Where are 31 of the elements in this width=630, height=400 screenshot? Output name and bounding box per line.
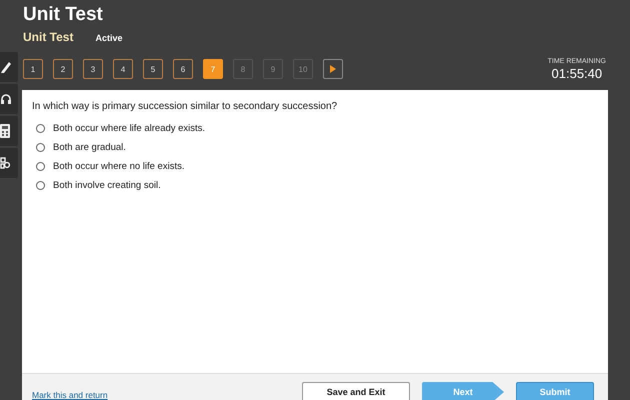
test-name: Unit Test (23, 30, 74, 44)
question-number-button[interactable]: 6 (173, 59, 193, 79)
answer-option[interactable]: Both occur where life already exists. (53, 123, 206, 134)
radio-button[interactable] (36, 181, 45, 190)
shapes-icon (0, 157, 10, 169)
forward-button[interactable] (323, 59, 343, 79)
question-number-button[interactable]: 1 (23, 59, 43, 79)
radio-button[interactable] (36, 124, 45, 133)
answer-option[interactable]: Both are gradual. (53, 142, 126, 153)
pencil-icon (0, 60, 12, 74)
question-number-button[interactable]: 4 (113, 59, 133, 79)
radio-button[interactable] (36, 162, 45, 171)
question-text: In which way is primary succession similar to secondary succession? (32, 101, 338, 112)
calculator-icon (0, 124, 10, 138)
tool-button[interactable] (0, 148, 18, 178)
tool-button[interactable] (0, 116, 18, 146)
radio-button[interactable] (36, 143, 45, 152)
headphones-icon (0, 93, 12, 105)
answer-option[interactable]: Both involve creating soil. (53, 180, 161, 191)
question-number-button[interactable]: 3 (83, 59, 103, 79)
tool-button[interactable] (0, 84, 18, 114)
question-number-button[interactable]: 2 (53, 59, 73, 79)
test-title: Unit Test (23, 4, 104, 26)
play-icon (330, 65, 336, 73)
status-label: Active (95, 33, 122, 43)
answer-option[interactable]: Both occur where no life exists. (53, 161, 184, 172)
tool-button[interactable] (0, 52, 18, 82)
mark-and-return-link[interactable]: Mark this and return (32, 390, 108, 400)
save-exit-button[interactable]: Save and Exit (302, 382, 410, 400)
question-number-button[interactable]: 5 (143, 59, 163, 79)
timer-value: 01:55:40 (550, 66, 604, 80)
